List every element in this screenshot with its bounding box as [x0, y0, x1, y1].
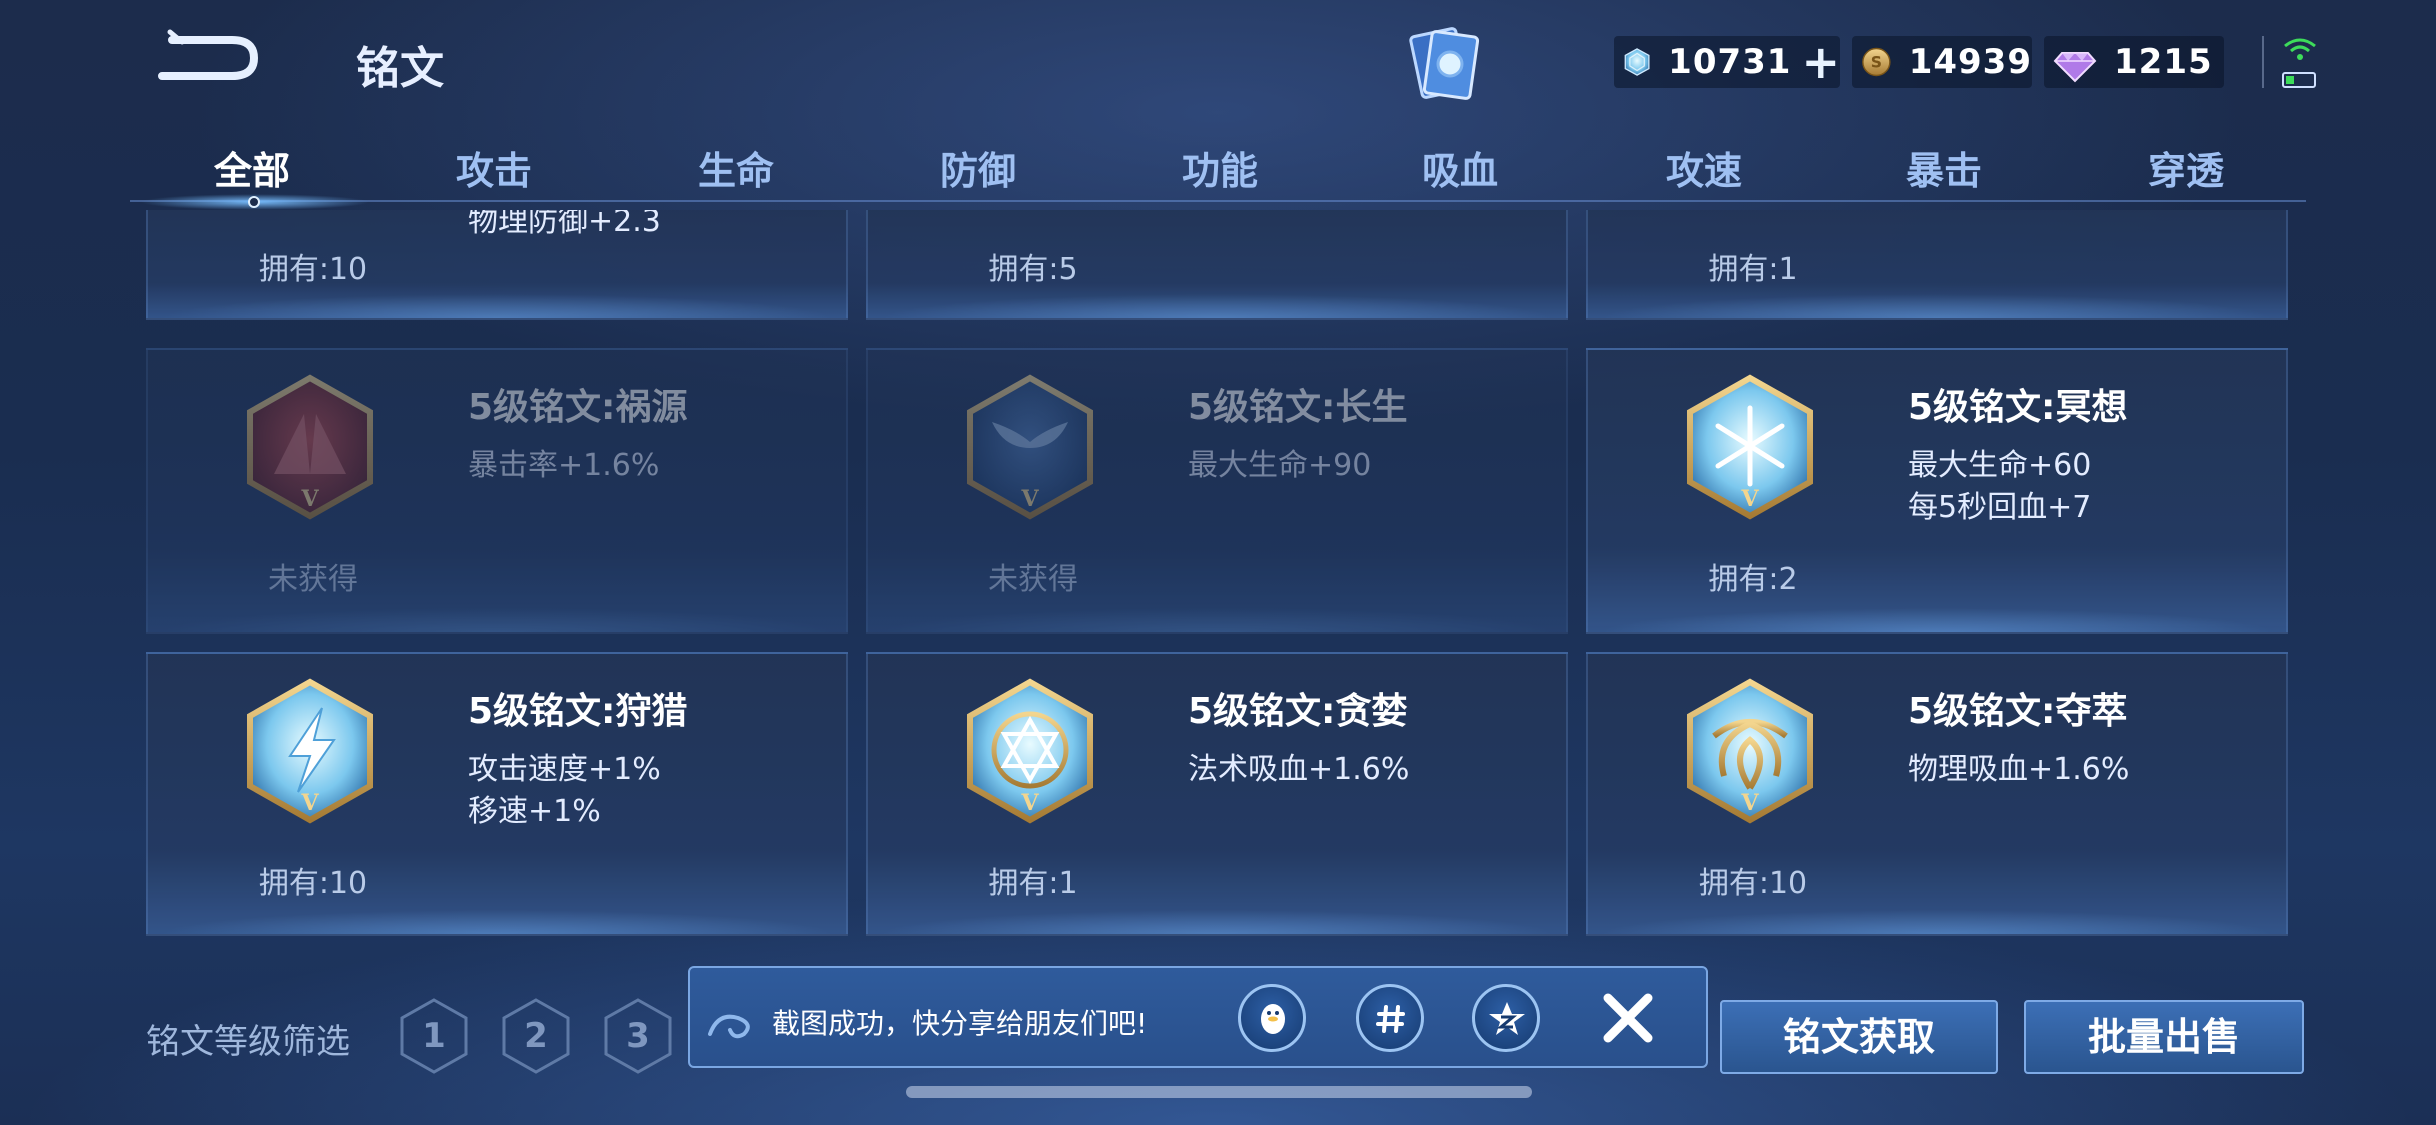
tab-attack-speed[interactable]: 攻速 [1584, 140, 1824, 195]
tab-attack[interactable]: 攻击 [374, 140, 614, 195]
battery-icon [2282, 72, 2316, 88]
svg-text:V: V [1020, 486, 1039, 512]
level-filter-label: 2 [524, 1016, 548, 1056]
crimson-wing-rune-icon: V [247, 374, 373, 520]
knot-rune-icon: V [1687, 678, 1813, 824]
active-tab-indicator [248, 196, 260, 208]
tab-defense[interactable]: 防御 [858, 140, 1098, 195]
rune-name: 5级铭文:夺萃 [1908, 691, 2128, 732]
level-filter-label: 1 [422, 1016, 446, 1056]
rune-stat: 移速+1% [468, 794, 601, 829]
rune-stat: 每5秒回血+7 [1908, 490, 2092, 525]
svg-text:V: V [1740, 486, 1759, 512]
svg-text:V: V [1020, 790, 1039, 816]
svg-text:S: S [1871, 53, 1882, 72]
level-filter-3[interactable]: 3 [602, 996, 674, 1076]
get-runes-button[interactable]: 铭文获取 [1720, 1000, 1998, 1074]
cloud-swirl-icon [708, 1014, 750, 1039]
tab-all[interactable]: 全部 [132, 140, 372, 195]
add-crystal-button[interactable]: + [1801, 39, 1840, 85]
rune-owned-count: 未获得 [268, 562, 358, 597]
rune-grid: 物理防御+2.3 拥有:10 拥有:5 拥有:1 V 5级铭文:祸源 暴击率+1… [146, 210, 2290, 936]
rune-owned-count: 拥有:10 [258, 866, 368, 901]
rune-level-filter-label: 铭文等级筛选 [146, 1022, 350, 1062]
rune-stat: 最大生命+60 [1908, 448, 2092, 483]
rune-owned-count: 拥有:5 [988, 252, 1078, 287]
star-circle-rune-icon: V [967, 678, 1093, 824]
rune-owned-count: 拥有:1 [1708, 252, 1798, 287]
level-filter-1[interactable]: 1 [398, 996, 470, 1076]
gold-balance: S 14939 [1852, 36, 2032, 88]
diamond-balance: 1215 [2044, 36, 2224, 88]
rune-stat: 物理吸血+1.6% [1908, 752, 2130, 787]
level-filter-label: 3 [626, 1016, 650, 1056]
rune-card[interactable]: V 5级铭文:贪婪 法术吸血+1.6% 拥有:1 [866, 652, 1568, 936]
gold-value: 14939 [1908, 42, 2032, 82]
rune-card[interactable]: 物理防御+2.3 拥有:10 [146, 210, 848, 320]
rune-name: 5级铭文:冥想 [1908, 387, 2128, 428]
rune-stat: 最大生命+90 [1188, 448, 1372, 483]
rune-name: 5级铭文:贪婪 [1188, 691, 1408, 732]
rune-card-locked[interactable]: V 5级铭文:祸源 暴击率+1.6% 未获得 [146, 348, 848, 634]
rune-owned-count: 拥有:1 [988, 866, 1078, 901]
rune-card[interactable]: V 5级铭文:狩猎 攻击速度+1% 移速+1% 拥有:10 [146, 652, 848, 936]
rune-owned-count: 拥有:10 [258, 252, 368, 287]
diamond-icon [2053, 52, 2097, 83]
rune-card[interactable]: V 5级铭文:夺萃 物理吸血+1.6% 拥有:10 [1586, 652, 2288, 936]
snowflake-rune-icon: V [1687, 374, 1813, 520]
rune-name: 5级铭文:狩猎 [468, 691, 688, 732]
svg-text:V: V [300, 790, 319, 816]
close-icon[interactable] [1596, 986, 1660, 1050]
rune-owned-count: 未获得 [988, 562, 1078, 597]
crystal-value: 10731 [1668, 42, 1792, 82]
tab-lifesteal[interactable]: 吸血 [1340, 140, 1580, 195]
qzone-star-icon [1489, 1002, 1525, 1035]
level-filter-2[interactable]: 2 [500, 996, 572, 1076]
batch-sell-button[interactable]: 批量出售 [2024, 1000, 2304, 1074]
rune-stat: 暴击率+1.6% [468, 448, 660, 483]
rune-stat: 攻击速度+1% [468, 752, 661, 787]
tab-penetration[interactable]: 穿透 [2066, 140, 2306, 195]
diamond-value: 1215 [2114, 42, 2213, 82]
crystal-icon [1624, 48, 1650, 76]
lightning-rune-icon: V [247, 678, 373, 824]
tab-crit[interactable]: 暴击 [1824, 140, 2064, 195]
status-divider [2262, 36, 2264, 88]
page-title: 铭文 [356, 43, 444, 94]
svg-text:V: V [1740, 790, 1759, 816]
whale-tail-rune-icon: V [967, 374, 1093, 520]
toast-message: 截图成功，快分享给朋友们吧! [772, 1007, 1148, 1040]
category-tabs: 全部 攻击 生命 防御 功能 吸血 攻速 暴击 穿透 [130, 134, 2306, 210]
gold-coin-icon: S [1862, 47, 1891, 77]
rune-card[interactable]: 拥有:1 [1586, 210, 2288, 320]
wifi-icon [2284, 38, 2316, 60]
hash-tag-icon [1376, 1005, 1405, 1033]
rune-card[interactable]: V 5级铭文:冥想 最大生命+60 每5秒回血+7 拥有:2 [1586, 348, 2288, 634]
tab-underline [130, 200, 2306, 202]
tab-utility[interactable]: 功能 [1100, 140, 1340, 195]
rune-card[interactable]: 拥有:5 [866, 210, 1568, 320]
svg-text:V: V [300, 486, 319, 512]
tab-health[interactable]: 生命 [616, 140, 856, 195]
rune-stat: 法术吸血+1.6% [1188, 752, 1410, 787]
crystal-balance: 10731 + [1614, 36, 1840, 88]
back-button[interactable] [152, 28, 262, 88]
rune-name: 5级铭文:祸源 [468, 387, 688, 428]
rune-name: 5级铭文:长生 [1188, 387, 1408, 428]
home-indicator[interactable] [906, 1086, 1532, 1098]
rune-stat: 物理防御+2.3 [468, 210, 661, 239]
back-arrow-icon [158, 29, 259, 80]
share-qzone-button[interactable] [1472, 984, 1540, 1052]
qq-penguin-icon [1261, 1004, 1285, 1034]
share-wechat-button[interactable] [1356, 984, 1424, 1052]
rune-card-locked[interactable]: V 5级铭文:长生 最大生命+90 未获得 [866, 348, 1568, 634]
screenshot-share-toast: 截图成功，快分享给朋友们吧! [688, 966, 1708, 1068]
share-qq-button[interactable] [1238, 984, 1306, 1052]
rune-owned-count: 拥有:2 [1708, 562, 1798, 597]
rune-owned-count: 拥有:10 [1698, 866, 1808, 901]
rune-pack-icon[interactable] [1402, 22, 1488, 108]
